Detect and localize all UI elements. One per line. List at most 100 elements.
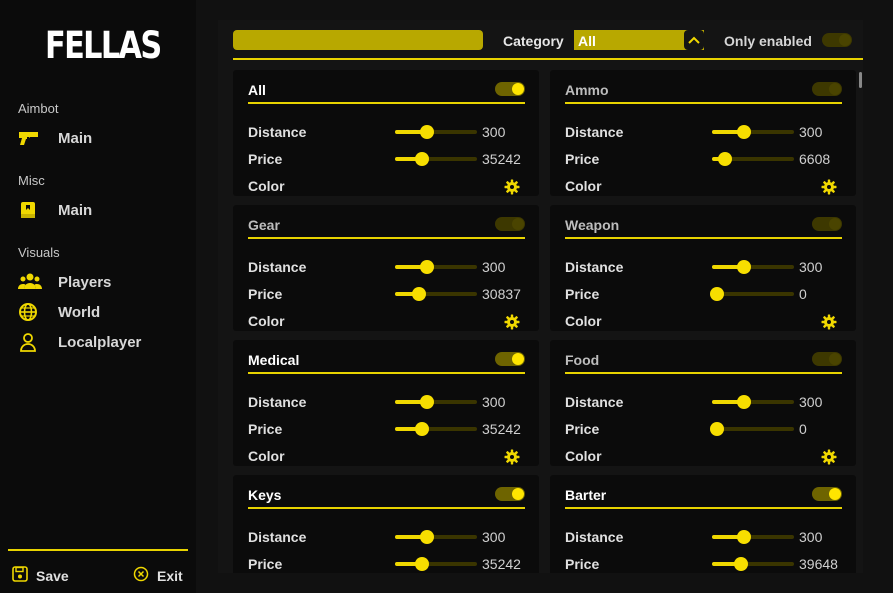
sidebar-item-aimbot-main[interactable]: Main xyxy=(18,125,188,151)
slider-knob[interactable] xyxy=(737,530,751,544)
slider-knob[interactable] xyxy=(718,152,732,166)
distance-slider[interactable] xyxy=(712,395,794,409)
toolbar-divider xyxy=(233,58,863,60)
only-enabled-label: Only enabled xyxy=(724,33,812,49)
slider-knob[interactable] xyxy=(415,557,429,571)
price-slider[interactable] xyxy=(395,422,477,436)
card-enable-toggle[interactable] xyxy=(812,487,842,501)
slider-knob[interactable] xyxy=(420,260,434,274)
distance-label: Distance xyxy=(248,259,307,275)
toggle-track xyxy=(812,217,842,231)
toggle-track xyxy=(495,217,525,231)
price-label: Price xyxy=(248,421,283,437)
distance-slider[interactable] xyxy=(395,395,477,409)
color-label: Color xyxy=(565,448,602,464)
card-enable-toggle[interactable] xyxy=(495,217,525,231)
gear-icon[interactable] xyxy=(821,314,837,335)
distance-slider[interactable] xyxy=(712,125,794,139)
slider-knob[interactable] xyxy=(420,530,434,544)
card-title: Medical xyxy=(248,352,300,368)
sidebar-item-label: Players xyxy=(58,273,112,291)
card-divider xyxy=(248,102,525,104)
slider-knob[interactable] xyxy=(737,395,751,409)
price-slider[interactable] xyxy=(395,287,477,301)
distance-value: 300 xyxy=(799,259,823,275)
card-divider xyxy=(248,372,525,374)
only-enabled-toggle[interactable] xyxy=(822,33,852,47)
sidebar-item-label: Main xyxy=(58,129,93,147)
price-slider[interactable] xyxy=(395,557,477,571)
slider-knob[interactable] xyxy=(415,152,429,166)
card-title: Keys xyxy=(248,487,282,503)
slider-track xyxy=(712,427,794,431)
card-enable-toggle[interactable] xyxy=(812,217,842,231)
search-input[interactable] xyxy=(233,30,483,50)
price-label: Price xyxy=(565,421,600,437)
distance-slider[interactable] xyxy=(395,530,477,544)
card-enable-toggle[interactable] xyxy=(495,82,525,96)
price-slider[interactable] xyxy=(710,422,794,436)
gear-icon[interactable] xyxy=(821,179,837,200)
price-slider[interactable] xyxy=(712,557,794,571)
price-slider[interactable] xyxy=(712,152,794,166)
toggle-knob xyxy=(512,218,524,230)
slider-knob[interactable] xyxy=(710,287,724,301)
price-slider[interactable] xyxy=(395,152,477,166)
category-card-all: All Distance 300 Price 35242 Color xyxy=(233,70,539,196)
slider-knob[interactable] xyxy=(737,125,751,139)
distance-slider[interactable] xyxy=(395,125,477,139)
slider-knob[interactable] xyxy=(415,422,429,436)
gear-icon[interactable] xyxy=(821,449,837,470)
save-button[interactable]: Save xyxy=(12,565,69,586)
color-label: Color xyxy=(248,313,285,329)
toggle-knob xyxy=(512,488,524,500)
globe-icon xyxy=(18,301,46,323)
cards-grid[interactable]: All Distance 300 Price 35242 Color Ammo Distanc… xyxy=(218,68,863,573)
slider-knob[interactable] xyxy=(737,260,751,274)
slider-knob[interactable] xyxy=(420,125,434,139)
users-icon xyxy=(18,271,46,293)
category-select[interactable]: All xyxy=(574,30,704,50)
scrollbar[interactable] xyxy=(859,72,862,88)
price-slider[interactable] xyxy=(710,287,794,301)
toggle-knob xyxy=(839,34,851,46)
gear-icon[interactable] xyxy=(504,314,520,335)
sidebar-item-misc-main[interactable]: Main xyxy=(18,197,188,223)
exit-button[interactable]: Exit xyxy=(133,566,183,586)
sidebar-item-players[interactable]: Players xyxy=(18,269,188,295)
card-enable-toggle[interactable] xyxy=(495,487,525,501)
section-label-visuals: Visuals xyxy=(18,245,60,260)
card-enable-toggle[interactable] xyxy=(495,352,525,366)
card-title: All xyxy=(248,82,266,98)
section-label-aimbot: Aimbot xyxy=(18,101,59,116)
distance-value: 300 xyxy=(482,259,506,275)
slider-knob[interactable] xyxy=(734,557,748,571)
app-logo: FELLAS xyxy=(45,24,162,67)
distance-slider[interactable] xyxy=(712,260,794,274)
distance-slider[interactable] xyxy=(395,260,477,274)
price-label: Price xyxy=(565,151,600,167)
card-enable-toggle[interactable] xyxy=(812,82,842,96)
slider-knob[interactable] xyxy=(710,422,724,436)
toggle-track xyxy=(495,82,525,96)
sidebar-item-world[interactable]: World xyxy=(18,299,188,325)
distance-slider[interactable] xyxy=(712,530,794,544)
gear-icon[interactable] xyxy=(504,449,520,470)
card-divider xyxy=(565,507,842,509)
card-title: Ammo xyxy=(565,82,609,98)
category-card-barter: Barter Distance 300 Price 39648 xyxy=(550,475,856,573)
distance-value: 300 xyxy=(799,529,823,545)
price-value: 30837 xyxy=(482,286,521,302)
slider-knob[interactable] xyxy=(412,287,426,301)
toolbar: Category All Only enabled xyxy=(218,20,863,60)
category-card-keys: Keys Distance 300 Price 35242 xyxy=(233,475,539,573)
sidebar: FELLAS Aimbot Main Misc Main Visuals Pla… xyxy=(0,0,196,593)
distance-label: Distance xyxy=(248,529,307,545)
price-value: 35242 xyxy=(482,421,521,437)
slider-knob[interactable] xyxy=(420,395,434,409)
card-title: Weapon xyxy=(565,217,620,233)
card-enable-toggle[interactable] xyxy=(812,352,842,366)
sidebar-item-localplayer[interactable]: Localplayer xyxy=(18,329,188,355)
category-card-ammo: Ammo Distance 300 Price 6608 Color xyxy=(550,70,856,196)
gear-icon[interactable] xyxy=(504,179,520,200)
